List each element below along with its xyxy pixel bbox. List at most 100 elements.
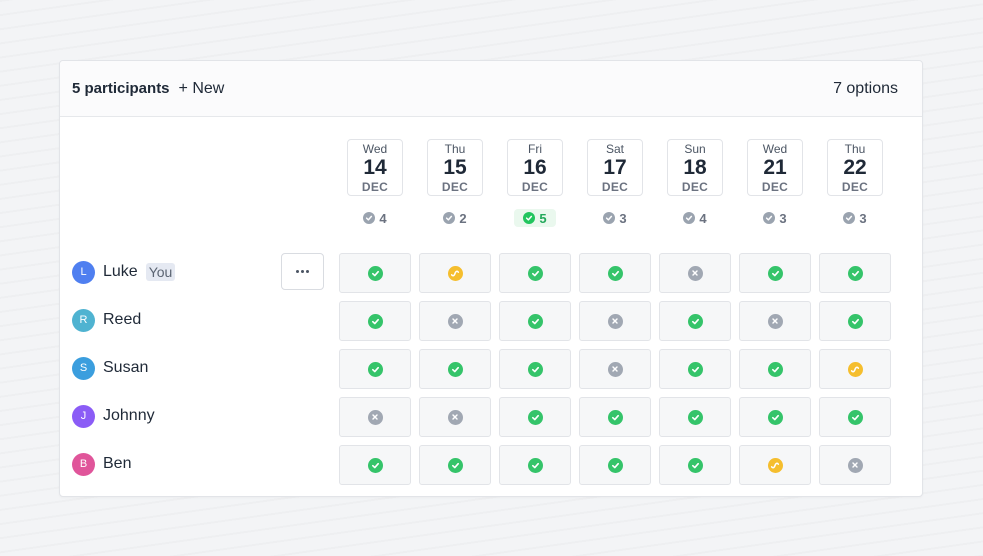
date-month: DEC: [521, 180, 549, 194]
vote-cell[interactable]: [499, 445, 571, 485]
date-day: 21: [763, 156, 787, 179]
vote-cell[interactable]: [659, 253, 731, 293]
date-day: 17: [603, 156, 627, 179]
vote-cell[interactable]: [579, 445, 651, 485]
vote-cell[interactable]: [499, 253, 571, 293]
vote-cell[interactable]: [339, 349, 411, 389]
date-day: 15: [443, 156, 467, 179]
yes-count-22: 3: [840, 209, 870, 227]
date-option-15[interactable]: Thu 15 DEC: [427, 139, 483, 196]
check-circle-icon: [687, 361, 703, 377]
vote-cell[interactable]: [499, 349, 571, 389]
vote-cell[interactable]: [739, 349, 811, 389]
yes-count-14: 4: [360, 209, 390, 227]
check-circle-icon: [687, 457, 703, 473]
maybe-circle-icon: [447, 265, 463, 281]
date-month: DEC: [361, 180, 389, 194]
yes-count-21: 3: [760, 209, 790, 227]
check-circle-icon: [607, 409, 623, 425]
yes-count-value: 3: [859, 210, 867, 226]
yes-count-value: 3: [779, 210, 787, 226]
vote-cell[interactable]: [419, 349, 491, 389]
date-month: DEC: [601, 180, 629, 194]
vote-cell[interactable]: [579, 253, 651, 293]
participant-johnny: J Johnny: [72, 404, 155, 428]
date-month: DEC: [841, 180, 869, 194]
check-circle-icon: [527, 313, 543, 329]
vote-cell[interactable]: [339, 253, 411, 293]
yes-count-value: 4: [699, 210, 707, 226]
vote-cell[interactable]: [739, 253, 811, 293]
check-circle-icon: [527, 265, 543, 281]
check-circle-icon: [847, 409, 863, 425]
date-option-16[interactable]: Fri 16 DEC: [507, 139, 563, 196]
date-month: DEC: [441, 180, 469, 194]
participant-ben: B Ben: [72, 452, 131, 476]
vote-cell[interactable]: [339, 301, 411, 341]
vote-cell[interactable]: [419, 301, 491, 341]
check-circle-icon: [767, 265, 783, 281]
check-circle-icon: [527, 361, 543, 377]
check-circle-icon: [367, 457, 383, 473]
date-option-22[interactable]: Thu 22 DEC: [827, 139, 883, 196]
vote-cell[interactable]: [419, 445, 491, 485]
vote-cell[interactable]: [579, 301, 651, 341]
participant-name: Reed: [103, 311, 142, 328]
vote-cell[interactable]: [819, 349, 891, 389]
check-circle-icon: [367, 361, 383, 377]
check-circle-icon: [447, 361, 463, 377]
yes-count-value: 5: [539, 210, 547, 226]
vote-cell[interactable]: [819, 253, 891, 293]
avatar: R: [72, 308, 95, 332]
yes-count-18: 4: [680, 209, 710, 227]
vote-cell[interactable]: [419, 397, 491, 437]
check-circle-icon: [767, 409, 783, 425]
vote-cell[interactable]: [739, 445, 811, 485]
vote-cell[interactable]: [659, 301, 731, 341]
vote-cell[interactable]: [339, 397, 411, 437]
vote-cell[interactable]: [579, 397, 651, 437]
date-weekday: Thu: [444, 142, 466, 156]
maybe-circle-icon: [847, 361, 863, 377]
vote-cell[interactable]: [339, 445, 411, 485]
vote-cell[interactable]: [739, 397, 811, 437]
date-weekday: Sat: [605, 142, 624, 156]
x-circle-icon: [767, 313, 783, 329]
vote-cell[interactable]: [579, 349, 651, 389]
participant-luke: L Luke You: [72, 260, 176, 284]
check-circle-icon: [523, 212, 536, 224]
check-circle-icon: [367, 265, 383, 281]
more-options-button[interactable]: [281, 253, 324, 290]
vote-cell[interactable]: [499, 397, 571, 437]
vote-cell[interactable]: [739, 301, 811, 341]
vote-cell[interactable]: [499, 301, 571, 341]
participants-count: 5 participants: [72, 80, 170, 97]
yes-count-17: 3: [600, 209, 630, 227]
date-day: 16: [523, 156, 547, 179]
check-circle-icon: [843, 212, 856, 224]
date-option-14[interactable]: Wed 14 DEC: [347, 139, 403, 196]
avatar: B: [72, 452, 95, 476]
date-option-21[interactable]: Wed 21 DEC: [747, 139, 803, 196]
participant-name: Johnny: [103, 407, 155, 424]
vote-cell[interactable]: [819, 445, 891, 485]
date-day: 18: [683, 156, 707, 179]
vote-cell[interactable]: [819, 397, 891, 437]
new-participant-button[interactable]: + New: [179, 80, 225, 98]
vote-cell[interactable]: [419, 253, 491, 293]
yes-count-16: 5: [514, 209, 556, 227]
vote-cell[interactable]: [819, 301, 891, 341]
x-circle-icon: [447, 313, 463, 329]
date-option-17[interactable]: Sat 17 DEC: [587, 139, 643, 196]
check-circle-icon: [367, 313, 383, 329]
vote-cell[interactable]: [659, 397, 731, 437]
date-weekday: Wed: [362, 142, 388, 156]
check-circle-icon: [603, 212, 616, 224]
date-day: 22: [843, 156, 867, 179]
check-circle-icon: [763, 212, 776, 224]
date-option-18[interactable]: Sun 18 DEC: [667, 139, 723, 196]
check-circle-icon: [847, 313, 863, 329]
vote-cell[interactable]: [659, 349, 731, 389]
participant-name: Ben: [103, 455, 132, 472]
vote-cell[interactable]: [659, 445, 731, 485]
